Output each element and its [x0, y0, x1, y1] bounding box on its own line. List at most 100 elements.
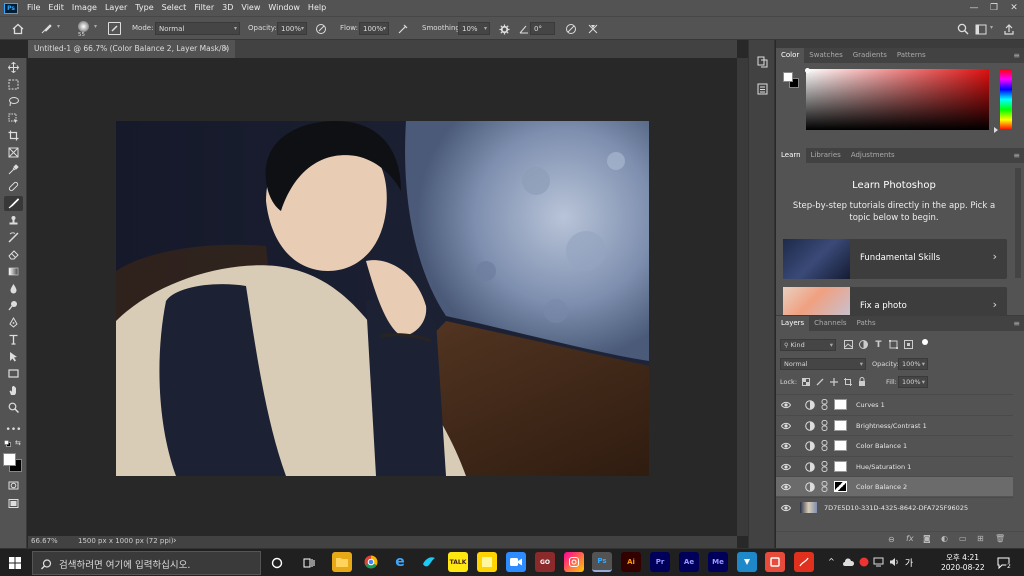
brush-settings-icon[interactable] — [108, 22, 121, 35]
lock-all-icon[interactable] — [857, 377, 866, 386]
layer-style-icon[interactable]: fx — [906, 534, 914, 543]
layer-row[interactable]: Brightness/Contrast 1 — [776, 414, 1013, 435]
pen-tool-icon[interactable] — [4, 315, 23, 330]
brush-tool-icon[interactable] — [38, 21, 54, 37]
vertical-scrollbar[interactable] — [737, 58, 748, 536]
workspace-icon[interactable] — [974, 22, 988, 36]
fill-input[interactable]: 100% ▾ — [898, 376, 928, 388]
color-field[interactable] — [806, 69, 989, 130]
blend-mode-select[interactable]: Normal ▾ — [780, 358, 866, 370]
hand-tool-icon[interactable] — [4, 383, 23, 398]
angle-input[interactable]: 0° — [530, 22, 555, 35]
tray-cloud-icon[interactable] — [842, 556, 854, 568]
bird-app-icon[interactable] — [419, 552, 439, 572]
rectangle-tool-icon[interactable] — [4, 366, 23, 381]
menu-help[interactable]: Help — [304, 0, 330, 16]
brush-preview-icon[interactable] — [78, 21, 89, 32]
tool-preset-dropdown-icon[interactable]: ▾ — [57, 23, 60, 30]
layer-mask-thumbnail[interactable] — [834, 460, 847, 472]
tab-patterns[interactable]: Patterns — [892, 48, 931, 63]
taskbar-app-media-encoder[interactable]: Me — [708, 552, 728, 572]
delete-layer-icon[interactable]: 🗑 — [995, 534, 1005, 543]
screen-mode-icon[interactable] — [4, 496, 23, 511]
minimize-icon[interactable]: — — [964, 0, 984, 16]
opacity-input[interactable]: 100% ▾ — [277, 22, 307, 35]
eyedropper-tool-icon[interactable] — [4, 162, 23, 177]
tab-swatches[interactable]: Swatches — [804, 48, 847, 63]
filter-shape-icon[interactable] — [888, 339, 899, 350]
move-tool-icon[interactable] — [4, 60, 23, 75]
more-tools-icon[interactable]: ••• — [4, 422, 23, 437]
eraser-tool-icon[interactable] — [4, 247, 23, 262]
flow-input[interactable]: 100% ▾ — [359, 22, 389, 35]
task-view-icon[interactable] — [302, 556, 316, 570]
menu-file[interactable]: File — [23, 0, 44, 16]
layer-image-thumbnail[interactable] — [800, 501, 817, 513]
visibility-eye-icon[interactable] — [781, 503, 791, 513]
windows-start-icon[interactable] — [8, 556, 22, 570]
default-colors-icon[interactable] — [4, 440, 11, 447]
crop-tool-icon[interactable] — [4, 128, 23, 143]
lasso-tool-icon[interactable] — [4, 94, 23, 109]
tray-antivirus-icon[interactable] — [858, 556, 870, 568]
game-app-icon[interactable]: GO — [535, 552, 555, 572]
menu-window[interactable]: Window — [264, 0, 304, 16]
hue-slider-marker[interactable] — [994, 127, 998, 133]
layer-filter-select[interactable]: ⚲ Kind ▾ — [780, 339, 836, 351]
tab-libraries[interactable]: Libraries — [806, 148, 846, 163]
history-brush-tool-icon[interactable] — [4, 230, 23, 245]
learn-card-fix-a-photo[interactable]: Fix a photo › — [783, 287, 1007, 315]
mask-link-icon[interactable] — [821, 460, 828, 472]
panel-menu-icon[interactable]: ≡ — [1013, 51, 1020, 60]
new-layer-icon[interactable]: ⊞ — [977, 534, 984, 543]
taskbar-app-after-effects[interactable]: Ae — [679, 552, 699, 572]
layer-opacity-input[interactable]: 100% ▾ — [898, 358, 928, 370]
edge-icon[interactable]: e — [390, 552, 410, 572]
filter-smart-object-icon[interactable] — [903, 339, 914, 350]
properties-panel-icon[interactable] — [755, 82, 769, 96]
brush-tool-icon[interactable] — [4, 196, 23, 211]
panel-menu-icon[interactable]: ≡ — [1013, 319, 1020, 328]
menu-edit[interactable]: Edit — [44, 0, 68, 16]
pdf-app-icon[interactable] — [794, 552, 814, 572]
tab-learn[interactable]: Learn — [776, 148, 806, 163]
visibility-eye-icon[interactable] — [781, 421, 791, 431]
tab-color[interactable]: Color — [776, 48, 805, 63]
lock-pixels-icon[interactable] — [815, 377, 824, 386]
swap-colors-icon[interactable]: ⇆ — [15, 439, 23, 447]
visibility-eye-icon[interactable] — [781, 482, 791, 492]
clone-stamp-tool-icon[interactable] — [4, 213, 23, 228]
lock-transparent-icon[interactable] — [801, 377, 810, 386]
layer-row-background-image[interactable]: 7D7E5D10-331D-4325-8642-DFA725F96025 — [776, 496, 1013, 517]
taskbar-app-photoshop[interactable]: Ps — [592, 552, 612, 572]
restore-icon[interactable]: ❐ — [984, 0, 1004, 16]
kakaotalk-icon[interactable]: TALK — [448, 552, 468, 572]
filter-pixel-icon[interactable] — [843, 339, 854, 350]
office-app-icon[interactable] — [765, 552, 785, 572]
add-mask-icon[interactable]: ◙ — [923, 534, 931, 543]
search-icon[interactable] — [956, 22, 970, 36]
layer-mask-thumbnail[interactable] — [834, 481, 847, 492]
pressure-opacity-icon[interactable] — [314, 22, 328, 36]
gear-icon[interactable] — [497, 22, 511, 36]
layer-row[interactable]: Color Balance 2 — [776, 476, 1013, 496]
menu-layer[interactable]: Layer — [101, 0, 131, 16]
taskbar-app-premiere[interactable]: Pr — [650, 552, 670, 572]
layer-row[interactable]: Hue/Saturation 1 — [776, 455, 1013, 476]
foreground-color-swatch[interactable] — [3, 453, 16, 466]
menu-3d[interactable]: 3D — [218, 0, 237, 16]
document-tab[interactable]: Untitled-1 @ 66.7% (Color Balance 2, Lay… — [28, 40, 235, 71]
status-arrow-icon[interactable]: › — [173, 536, 177, 546]
document-image[interactable] — [116, 121, 649, 476]
path-selection-tool-icon[interactable] — [4, 349, 23, 364]
hue-slider[interactable] — [1000, 69, 1012, 130]
tab-paths[interactable]: Paths — [852, 316, 881, 331]
layer-mask-thumbnail[interactable] — [834, 440, 847, 451]
tab-channels[interactable]: Channels — [809, 316, 851, 331]
file-explorer-icon[interactable] — [332, 552, 352, 572]
gradient-tool-icon[interactable] — [4, 264, 23, 279]
zoom-level[interactable]: 66.67% — [31, 537, 58, 545]
menu-view[interactable]: View — [237, 0, 264, 16]
learn-card-fundamental-skills[interactable]: Fundamental Skills › — [783, 239, 1007, 279]
tab-gradients[interactable]: Gradients — [848, 48, 892, 63]
